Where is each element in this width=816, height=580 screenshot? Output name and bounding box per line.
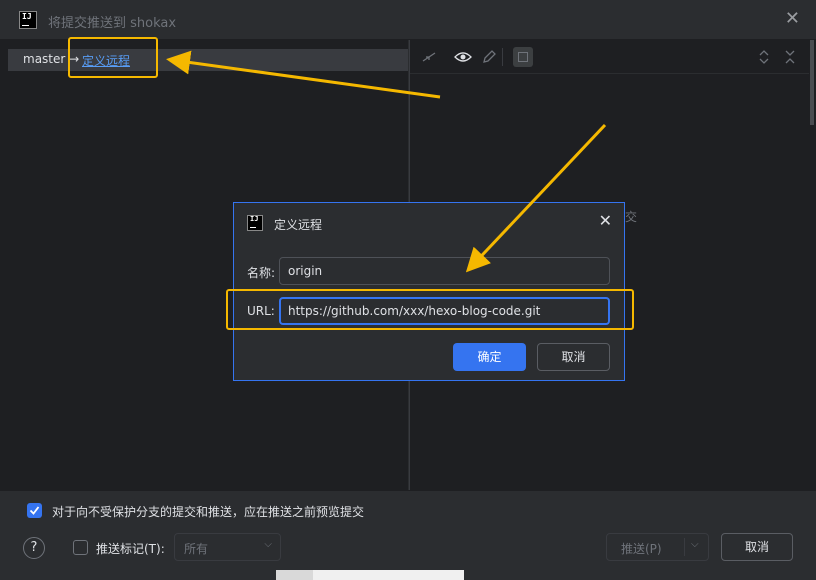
bottom-bar: 对于向不受保护分支的提交和推送，应在推送之前预览提交 ? 推送标记(T): 所有… [0,490,816,580]
underlying-window-fragment [276,570,464,580]
tags-select-value: 所有 [184,542,209,556]
dialog-cancel-button[interactable]: 取消 [537,343,610,371]
annotation-highlight-url [226,289,634,330]
scrollbar-thumb[interactable] [810,40,814,125]
remote-name-input[interactable]: origin [279,257,610,285]
toolbar-separator [502,48,503,66]
expand-all-icon[interactable] [755,48,773,66]
push-button[interactable]: 推送(P) ⌵ [606,533,709,561]
preview-commits-checkbox[interactable] [27,503,42,518]
details-placeholder-text: 交 [625,210,638,224]
push-commits-window: IJ 将提交推送到 shokax ✕ master → 定义远程 交 对于向不受… [0,0,816,580]
intellij-logo-icon: IJ [19,11,37,29]
window-close-button[interactable]: ✕ [785,10,800,28]
window-title: 将提交推送到 shokax [48,16,177,31]
right-scrollbar[interactable] [808,40,816,490]
intellij-logo-icon: IJ [247,215,263,231]
push-tags-checkbox[interactable] [73,540,88,555]
push-options-chevron-icon[interactable]: ⌵ [691,539,699,550]
help-icon[interactable]: ? [23,537,45,559]
details-toolbar [410,40,809,74]
collapse-all-icon[interactable] [781,48,799,66]
push-button-label: 推送(P) [621,542,662,556]
push-button-separator [684,538,685,556]
left-window-edge [0,40,8,490]
name-label: 名称: [247,266,276,280]
dialog-close-button[interactable]: ✕ [599,213,612,229]
eye-icon[interactable] [454,48,472,66]
push-tags-label: 推送标记(T): [96,542,165,556]
diff-icon[interactable] [513,47,533,67]
preview-commits-label: 对于向不受保护分支的提交和推送，应在推送之前预览提交 [52,505,365,519]
chevron-down-icon: ⌵ [264,539,272,550]
tags-select[interactable]: 所有 ⌵ [174,533,281,561]
title-bar: IJ 将提交推送到 shokax ✕ [0,0,816,40]
edit-icon[interactable] [480,48,498,66]
ok-button[interactable]: 确定 [453,343,526,371]
dialog-title: 定义远程 [274,218,323,232]
collapse-icon[interactable] [420,48,438,66]
cancel-button[interactable]: 取消 [721,533,793,561]
annotation-highlight-link [68,37,158,78]
